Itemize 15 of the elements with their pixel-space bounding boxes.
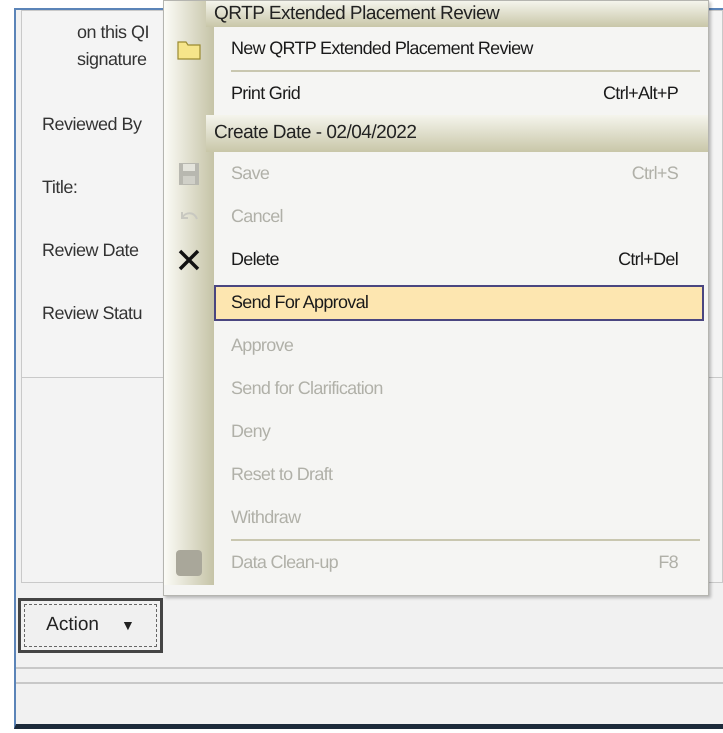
menu-item[interactable]: New QRTP Extended Placement Review [214, 30, 704, 66]
field-label: Title: [42, 176, 78, 199]
menu-section-header: QRTP Extended Placement Review [206, 1, 708, 27]
action-button[interactable]: Action ▼ [18, 598, 163, 653]
menu-section-header: Create Date - 02/04/2022 [206, 115, 708, 152]
menu-item[interactable]: Print Grid Ctrl+Alt+P [214, 76, 704, 112]
field-label: on this QI [77, 21, 150, 44]
close-icon [177, 248, 201, 272]
field-label: Review Date [42, 239, 139, 262]
menu-item[interactable]: Send For Approval [214, 284, 704, 320]
square-icon [176, 550, 202, 576]
field-label: Review Statu [42, 302, 142, 325]
menu-item[interactable]: Delete Ctrl+Del [214, 242, 704, 278]
field-label: signature [77, 48, 147, 71]
field-label: Reviewed By [42, 113, 142, 136]
